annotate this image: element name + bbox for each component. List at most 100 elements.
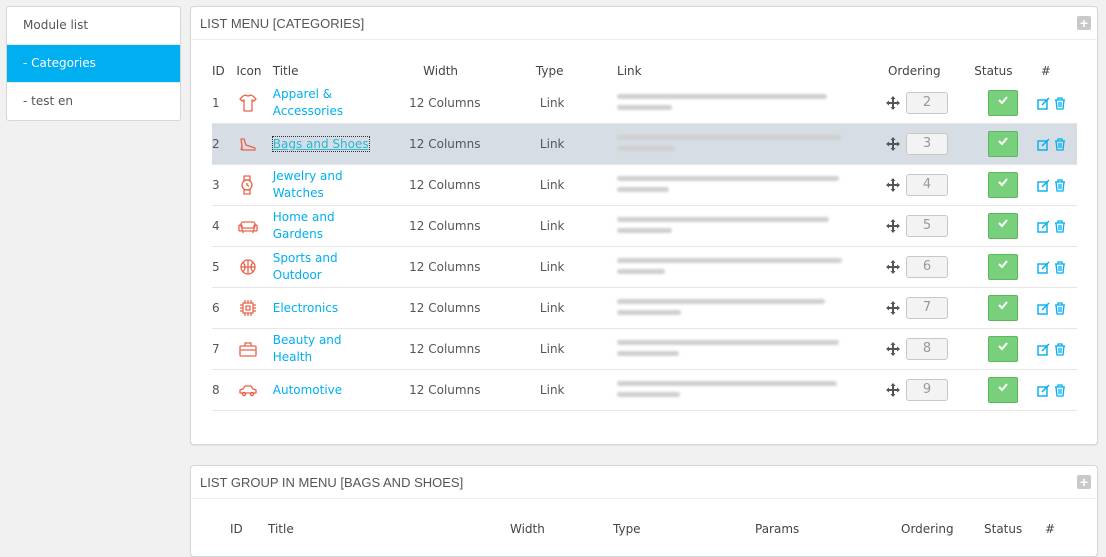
row-width: 12 Columns	[397, 287, 528, 329]
ordering-input[interactable]: 2	[905, 92, 948, 114]
trash-icon[interactable]	[1054, 261, 1066, 274]
row-title-cell: Automotive	[272, 369, 398, 411]
col-actions: #	[1040, 64, 1051, 78]
ordering-input[interactable]: 8	[905, 338, 948, 360]
chip-icon	[240, 300, 257, 316]
edit-icon[interactable]	[1037, 261, 1050, 274]
row-id: 4	[212, 205, 237, 247]
trash-icon[interactable]	[1054, 138, 1066, 151]
table-row: 5 Sports and Outdoor 12 Columns Link 6	[212, 246, 1077, 288]
table-row: 2 Bags and Shoes 12 Columns Link 3	[212, 123, 1077, 165]
car-icon	[239, 385, 257, 397]
status-toggle-button[interactable]	[988, 90, 1019, 116]
check-icon	[998, 301, 1009, 310]
status-toggle-button[interactable]	[988, 295, 1019, 321]
move-icon[interactable]	[885, 260, 900, 274]
row-actions	[1032, 369, 1077, 411]
row-icon	[236, 164, 273, 206]
row-ordering: 5	[885, 205, 975, 247]
row-id: 3	[212, 164, 237, 206]
row-title-link[interactable]: Sports and Outdoor	[273, 250, 373, 284]
row-link	[599, 83, 886, 124]
sidebar-item-module-list[interactable]: Module list	[7, 7, 180, 45]
panel-heading: LIST GROUP IN MENU [BAGS AND SHOES] +	[191, 466, 1097, 499]
row-type: Link	[527, 328, 600, 370]
row-actions	[1032, 83, 1077, 124]
trash-icon[interactable]	[1054, 179, 1066, 192]
edit-icon[interactable]	[1037, 302, 1050, 315]
row-status	[974, 205, 1033, 247]
row-type: Link	[527, 205, 600, 247]
ordering-input[interactable]: 7	[905, 297, 948, 319]
check-icon	[998, 383, 1009, 392]
row-title-link[interactable]: Jewelry and Watches	[273, 168, 373, 202]
row-title-link[interactable]: Home and Gardens	[273, 209, 373, 243]
ordering-input[interactable]: 9	[905, 379, 948, 401]
row-type: Link	[527, 287, 600, 329]
move-icon[interactable]	[885, 342, 900, 356]
edit-icon[interactable]	[1037, 138, 1050, 151]
row-actions	[1032, 164, 1077, 206]
row-link	[599, 205, 886, 247]
add-group-button[interactable]: +	[1077, 475, 1091, 489]
trash-icon[interactable]	[1054, 343, 1066, 356]
row-width: 12 Columns	[397, 83, 528, 124]
status-toggle-button[interactable]	[988, 131, 1019, 157]
status-toggle-button[interactable]	[988, 336, 1019, 362]
table-row: 6 Electronics 12 Columns Link 7	[212, 287, 1077, 329]
edit-icon[interactable]	[1037, 97, 1050, 110]
row-title-link[interactable]: Apparel & Accessories	[273, 86, 373, 120]
ordering-input[interactable]: 6	[905, 256, 948, 278]
row-title-link[interactable]: Beauty and Health	[273, 332, 373, 366]
trash-icon[interactable]	[1054, 97, 1066, 110]
list-group-panel: LIST GROUP IN MENU [BAGS AND SHOES] + ID…	[190, 465, 1098, 557]
trash-icon[interactable]	[1054, 384, 1066, 397]
status-toggle-button[interactable]	[988, 377, 1019, 403]
move-icon[interactable]	[885, 383, 900, 397]
row-width: 12 Columns	[397, 164, 528, 206]
row-link	[599, 164, 886, 206]
move-icon[interactable]	[885, 178, 900, 192]
table-row: 4 Home and Gardens 12 Columns Link 5	[212, 205, 1077, 247]
table-row: 8 Automotive 12 Columns Link 9	[212, 369, 1077, 411]
row-width: 12 Columns	[397, 123, 528, 165]
edit-icon[interactable]	[1037, 384, 1050, 397]
ordering-input[interactable]: 5	[905, 215, 948, 237]
check-icon	[998, 260, 1009, 269]
blurred-link-url	[617, 296, 842, 320]
table-row: 7 Beauty and Health 12 Columns Link 8	[212, 328, 1077, 370]
status-toggle-button[interactable]	[988, 213, 1019, 239]
trash-icon[interactable]	[1054, 220, 1066, 233]
col-params: Params	[755, 522, 800, 536]
trash-icon[interactable]	[1054, 302, 1066, 315]
status-toggle-button[interactable]	[988, 172, 1019, 198]
status-toggle-button[interactable]	[988, 254, 1019, 280]
move-icon[interactable]	[885, 301, 900, 315]
row-title-link[interactable]: Bags and Shoes	[271, 135, 370, 152]
table-row: 1 Apparel & Accessories 12 Columns Link …	[212, 83, 1077, 124]
add-menu-button[interactable]: +	[1077, 16, 1091, 30]
edit-icon[interactable]	[1037, 343, 1050, 356]
row-actions	[1032, 205, 1077, 247]
sidebar-item-test-en[interactable]: - test en	[7, 83, 180, 120]
check-icon	[998, 178, 1009, 187]
ordering-input[interactable]: 4	[905, 174, 948, 196]
row-title-link[interactable]: Electronics	[273, 300, 373, 317]
panel-title: LIST MENU [CATEGORIES]	[200, 16, 365, 31]
basketball-icon	[240, 259, 256, 275]
col-type: Type	[613, 522, 641, 536]
edit-icon[interactable]	[1037, 179, 1050, 192]
shoe-icon	[240, 138, 256, 151]
move-icon[interactable]	[885, 96, 900, 110]
row-width: 12 Columns	[397, 246, 528, 288]
move-icon[interactable]	[885, 219, 900, 233]
edit-icon[interactable]	[1037, 220, 1050, 233]
sidebar-item-categories[interactable]: - Categories	[7, 45, 180, 83]
check-icon	[998, 137, 1009, 146]
ordering-input[interactable]: 3	[905, 133, 948, 155]
row-title-cell: Apparel & Accessories	[272, 83, 398, 124]
move-icon[interactable]	[885, 137, 900, 151]
row-id: 6	[212, 287, 237, 329]
row-type: Link	[527, 123, 600, 165]
row-title-link[interactable]: Automotive	[273, 382, 373, 399]
